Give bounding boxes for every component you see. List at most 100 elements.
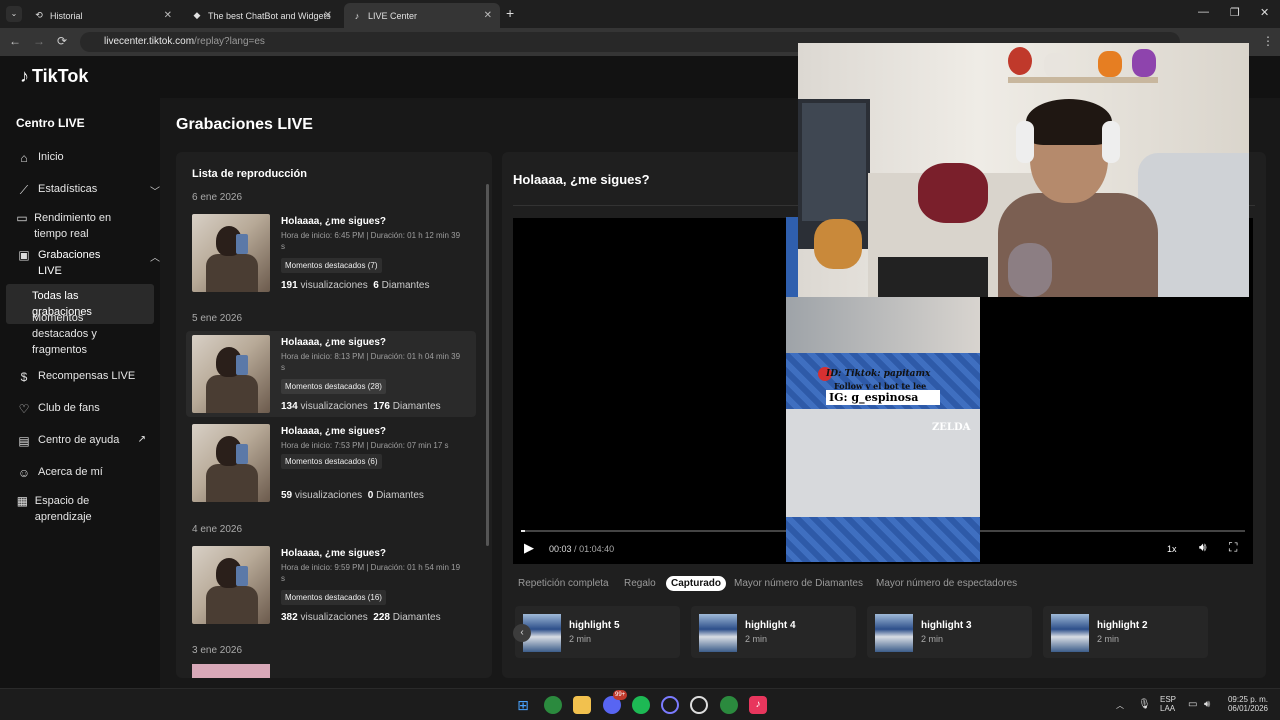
back-icon[interactable]: ←: [9, 34, 21, 48]
notification-badge: 99+: [613, 690, 628, 700]
app-icon[interactable]: [661, 696, 679, 714]
sidebar-item-club-fans[interactable]: ♡ Club de fans: [16, 402, 100, 416]
highlight-duration: 2 min: [1097, 634, 1120, 644]
speed-button[interactable]: 1x: [1167, 544, 1177, 554]
recording-title: Holaaaa, ¿me sigues?: [281, 337, 387, 348]
highlight-card[interactable]: highlight 5 2 min: [515, 606, 680, 658]
network-icon[interactable]: ▭: [1188, 699, 1197, 710]
diamonds-count: 228: [373, 612, 390, 623]
highlight-name: highlight 5: [569, 620, 620, 631]
recording-thumbnail: [192, 424, 270, 502]
recording-meta: Hora de inicio: 8:13 PM | Duración: 01 h…: [281, 352, 461, 372]
folder-icon[interactable]: [573, 696, 591, 714]
reload-icon[interactable]: ⟳: [57, 34, 67, 48]
recording-stats: 134 visualizaciones 176 Diamantes: [281, 401, 441, 412]
lang-indicator[interactable]: ESP LAA: [1160, 695, 1176, 713]
filter-repeticion[interactable]: Repetición completa: [513, 576, 614, 591]
discord-icon[interactable]: 99+: [603, 690, 628, 714]
recording-item-selected[interactable]: Holaaaa, ¿me sigues? Hora de inicio: 8:1…: [186, 331, 476, 417]
tab-live-center[interactable]: ♪ LIVE Center ✕: [344, 3, 500, 28]
sidebar-item-recompensas[interactable]: $ Recompensas LIVE: [16, 370, 136, 384]
highlights-badge[interactable]: Momentos destacados (28): [281, 379, 386, 394]
minimize-icon[interactable]: —: [1198, 6, 1209, 18]
game-logo: ZELDA: [932, 422, 971, 433]
recording-meta: Hora de inicio: 9:59 PM | Duración: 01 h…: [281, 563, 461, 583]
chrome-icon[interactable]: [720, 696, 738, 714]
playlist-title: Lista de reproducción: [192, 168, 307, 180]
recording-title: Holaaaa, ¿me sigues?: [281, 216, 387, 227]
window-close-icon[interactable]: ✕: [1260, 6, 1269, 19]
tiktok-app-icon[interactable]: ♪: [749, 696, 767, 714]
scrollbar[interactable]: [486, 184, 489, 546]
chevron-down-icon: ﹀: [150, 187, 160, 198]
highlight-duration: 2 min: [745, 634, 768, 644]
highlights-badge[interactable]: Momentos destacados (16): [281, 590, 386, 605]
obs-icon[interactable]: [690, 696, 708, 714]
sidebar-item-ayuda[interactable]: ▤ Centro de ayuda ↗: [16, 434, 146, 448]
sidebar-item-label: Recompensas LIVE: [38, 370, 136, 382]
current-time: 00:03: [549, 544, 572, 554]
sidebar-item-aprendizaje[interactable]: ▦ Espacio de aprendizaje: [16, 493, 126, 525]
filter-capturado[interactable]: Capturado: [666, 576, 726, 591]
recording-thumbnail-partial[interactable]: [192, 664, 270, 678]
filter-espectadores[interactable]: Mayor número de espectadores: [871, 576, 1022, 591]
views-label: visualizaciones: [300, 280, 368, 291]
spotify-icon[interactable]: [632, 696, 650, 714]
date-label: 3 ene 2026: [192, 645, 243, 656]
highlight-card[interactable]: highlight 4 2 min: [691, 606, 856, 658]
highlights-badge[interactable]: Momentos destacados (7): [281, 258, 382, 273]
recording-stats: 191 visualizaciones 6 Diamantes: [281, 280, 429, 291]
highlight-name: highlight 3: [921, 620, 972, 631]
chrome-icon[interactable]: [544, 696, 562, 714]
fullscreen-icon[interactable]: ⛶: [1229, 540, 1237, 555]
recordings-icon: ▣: [18, 248, 30, 262]
sidebar-item-label: Espacio de aprendizaje: [34, 495, 92, 523]
tiktok-logo[interactable]: ♪ TikTok: [20, 66, 88, 87]
highlight-thumbnail: [875, 614, 913, 652]
person-icon: ☺: [17, 466, 31, 480]
highlight-card[interactable]: highlight 2 2 min: [1043, 606, 1208, 658]
restore-icon[interactable]: ❐: [1230, 6, 1240, 19]
progress-fill: [521, 530, 525, 532]
sidebar-item-rendimiento[interactable]: ▭ Rendimiento en tiempo real: [16, 210, 136, 242]
views-label: visualizaciones: [300, 401, 368, 412]
diamonds-count: 6: [373, 280, 379, 291]
webcam-strip: [786, 297, 980, 355]
chevron-up-icon[interactable]: ︿: [1116, 700, 1124, 711]
sidebar-item-acerca[interactable]: ☺ Acerca de mí: [16, 466, 103, 480]
tiktok-icon: ♪: [354, 10, 360, 21]
new-tab-button[interactable]: +: [506, 5, 514, 21]
chevron-left-icon[interactable]: ‹: [513, 624, 531, 642]
sidebar-item-inicio[interactable]: ⌂ Inicio: [16, 151, 63, 165]
close-icon[interactable]: ✕: [484, 10, 492, 21]
recording-item[interactable]: Holaaaa, ¿me sigues? Hora de inicio: 6:4…: [186, 210, 476, 296]
recording-thumbnail: [192, 546, 270, 624]
filter-diamantes[interactable]: Mayor número de Diamantes: [729, 576, 868, 591]
highlight-card[interactable]: highlight 3 2 min: [867, 606, 1032, 658]
heart-icon: ♡: [18, 402, 30, 416]
highlights-badge[interactable]: Momentos destacados (6): [281, 454, 382, 469]
time-display: 00:03 / 01:04:40: [549, 544, 615, 554]
tab-label: Historial: [50, 10, 83, 21]
menu-icon[interactable]: ⋮: [1262, 34, 1274, 48]
filter-regalo[interactable]: Regalo: [619, 576, 661, 591]
volume-icon[interactable]: 🔊︎: [1199, 540, 1207, 555]
microphone-icon[interactable]: 🎙︎: [1138, 699, 1151, 710]
close-icon[interactable]: ✕: [324, 10, 332, 21]
sidebar-subitem-momentos[interactable]: Momentos destacados y fragmentos: [32, 310, 122, 358]
recording-thumbnail: [192, 214, 270, 292]
close-icon[interactable]: ✕: [164, 10, 172, 21]
clock[interactable]: 09:25 p. m. 06/01/2026: [1222, 695, 1268, 713]
recording-item[interactable]: Holaaaa, ¿me sigues? Hora de inicio: 7:5…: [186, 420, 476, 506]
forward-icon[interactable]: →: [33, 34, 45, 48]
windows-start-icon[interactable]: ⊞: [514, 696, 532, 714]
tab-chatbot[interactable]: ◆ The best ChatBot and Widgets ✕: [184, 3, 340, 28]
highlight-thumbnail: [1051, 614, 1089, 652]
tab-historial[interactable]: ⟲ Historial ✕: [26, 3, 180, 28]
speaker-icon[interactable]: 🔊︎: [1204, 699, 1210, 710]
recording-item[interactable]: Holaaaa, ¿me sigues? Hora de inicio: 9:5…: [186, 542, 476, 628]
tab-search-button[interactable]: ⌄: [6, 6, 22, 22]
play-icon[interactable]: ▶: [524, 540, 534, 556]
sidebar-item-grabaciones[interactable]: ▣ Grabaciones LIVE ︿: [16, 247, 160, 279]
sidebar-item-estadisticas[interactable]: ⟋ Estadísticas ﹀: [16, 183, 160, 198]
